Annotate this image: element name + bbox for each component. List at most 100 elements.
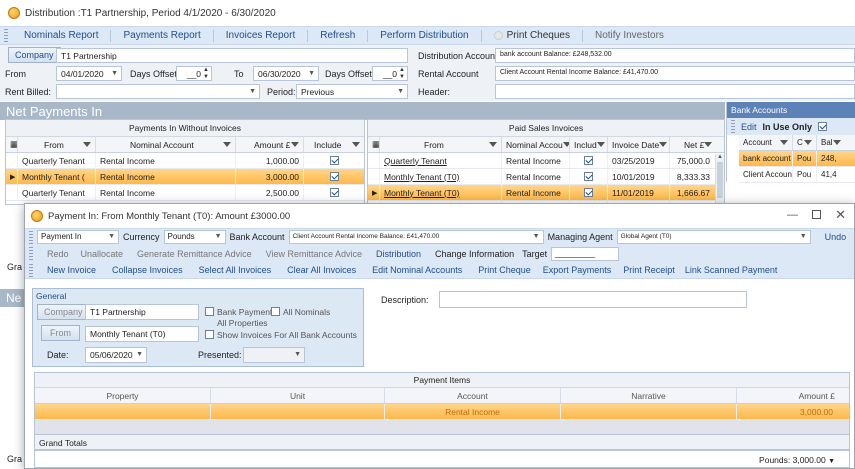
filter-icon[interactable] [704, 142, 713, 147]
filter-icon[interactable] [596, 142, 605, 147]
edit-button[interactable]: Edit [741, 122, 757, 132]
cell-from[interactable]: Monthly Tenant (T0) [380, 169, 502, 184]
col-property[interactable]: Property [35, 388, 211, 403]
new-invoice-button[interactable]: New Invoice [47, 265, 96, 275]
presented-field[interactable]: ▼ [243, 347, 305, 363]
unallocate-button[interactable]: Unallocate [81, 249, 124, 259]
include-checkbox[interactable] [329, 172, 339, 181]
col-amount[interactable]: Amount £ [737, 388, 839, 403]
filter-icon[interactable] [291, 142, 299, 147]
general-from-field[interactable]: Monthly Tenant (T0) [85, 326, 199, 342]
filter-icon[interactable] [780, 140, 788, 145]
col-include[interactable]: Include [304, 137, 364, 152]
col-from[interactable]: From [18, 137, 96, 152]
col-from[interactable]: From [380, 137, 502, 152]
from-button[interactable]: From [41, 325, 80, 341]
collapse-invoices-button[interactable]: Collapse Invoices [112, 265, 183, 275]
close-icon[interactable]: ✕ [835, 207, 846, 223]
include-checkbox[interactable] [584, 156, 593, 165]
link-scanned-payment-button[interactable]: Link Scanned Payment [685, 265, 778, 275]
cell-from[interactable]: Monthly Tenant (T0) [380, 185, 502, 200]
paid-sales-row[interactable]: Monthly Tenant (T0) Rental Income 10/01/20… [368, 169, 724, 185]
edit-nominal-accounts-button[interactable]: Edit Nominal Accounts [372, 265, 462, 275]
col-narrative[interactable]: Narrative [561, 388, 737, 403]
print-receipt-button[interactable]: Print Receipt [623, 265, 675, 275]
target-field[interactable]: _________ [551, 246, 620, 261]
maximize-icon[interactable] [812, 210, 821, 219]
filter-icon[interactable] [83, 142, 91, 147]
redo-button[interactable]: Redo [47, 249, 69, 259]
export-payments-button[interactable]: Export Payments [543, 265, 612, 275]
days-offset-to-field[interactable]: __0 ▲ ▼ [372, 66, 408, 81]
col-nominal[interactable]: Nominal Account [96, 137, 236, 152]
vertical-scrollbar[interactable]: ▲ [715, 154, 724, 204]
filter-icon[interactable] [352, 142, 360, 147]
perform-distribution-button[interactable]: Perform Distribution [368, 30, 480, 41]
scroll-up-icon[interactable]: ▲ [716, 154, 724, 160]
undo-button[interactable]: Undo [825, 232, 847, 242]
generate-remittance-button[interactable]: Generate Remittance Advice [137, 249, 252, 259]
refresh-button[interactable]: Refresh [308, 30, 367, 41]
general-company-field[interactable]: T1 Partnership [85, 304, 199, 320]
bank-payment-checkbox[interactable] [205, 307, 214, 316]
distribution-account-field[interactable]: bank account Balance: £248,532.00 [495, 48, 855, 63]
filter-icon[interactable] [223, 142, 231, 147]
col-currency[interactable]: C [793, 135, 817, 150]
bank-account-row[interactable]: Client Account Pou 41,4 [739, 167, 855, 183]
from-date-field[interactable]: 04/01/2020 ▼ [56, 66, 122, 81]
minimize-icon[interactable]: — [787, 209, 798, 221]
change-information-button[interactable]: Change Information [435, 249, 514, 259]
include-checkbox[interactable] [329, 188, 339, 197]
col-account[interactable]: Account [385, 388, 561, 403]
all-nominals-checkbox[interactable] [271, 307, 280, 316]
payment-type-select[interactable]: Payment In ▼ [37, 230, 119, 244]
description-field[interactable] [439, 291, 747, 308]
col-amount[interactable]: Amount £ [236, 137, 304, 152]
paid-sales-row[interactable]: ▶ Monthly Tenant (T0) Rental Income 11/01/2… [368, 185, 724, 201]
grid-options-icon[interactable]: ▦ [6, 137, 18, 152]
company-button[interactable]: Company [37, 304, 90, 320]
nominals-report-button[interactable]: Nominals Report [12, 30, 110, 41]
bank-account-select[interactable]: Client Account Rental Income Balance: £4… [288, 230, 544, 244]
filter-icon[interactable] [489, 142, 497, 147]
filter-icon[interactable] [832, 140, 841, 145]
clear-all-invoices-button[interactable]: Clear All Invoices [287, 265, 356, 275]
days-offset-from-field[interactable]: __0 ▲ ▼ [176, 66, 212, 81]
grid-options-icon[interactable]: ▦ [368, 137, 380, 152]
in-use-only-checkbox[interactable] [818, 122, 828, 131]
rental-account-field[interactable]: Client Account Rental Income Balance: £4… [495, 66, 855, 81]
payments-in-row[interactable]: Quarterly Tenant Rental Income 1,000.00 [6, 153, 364, 169]
select-all-invoices-button[interactable]: Select All Invoices [199, 265, 272, 275]
col-net[interactable]: Net £ [670, 137, 714, 152]
chevron-down-icon[interactable]: ▼ [828, 458, 835, 465]
period-field[interactable]: Previous ▼ [296, 84, 408, 99]
col-nominal[interactable]: Nominal Accou [502, 137, 570, 152]
filter-icon[interactable] [804, 140, 812, 145]
paid-sales-row[interactable]: Quarterly Tenant Rental Income 03/25/2019 7… [368, 153, 724, 169]
notify-investors-button[interactable]: Notify Investors [583, 30, 676, 41]
date-field[interactable]: 05/06/2020 ▼ [85, 347, 147, 363]
currency-select[interactable]: Pounds ▼ [163, 230, 226, 244]
col-account[interactable]: Account [739, 135, 793, 150]
header-field[interactable] [495, 84, 855, 99]
to-date-field[interactable]: 06/30/2020 ▼ [253, 66, 319, 81]
print-cheque-button[interactable]: Print Cheque [478, 265, 531, 275]
include-checkbox[interactable] [584, 188, 593, 197]
include-checkbox[interactable] [584, 172, 593, 181]
payments-in-row[interactable]: Quarterly Tenant Rental Income 2,500.00 [6, 185, 364, 201]
col-include[interactable]: Includ [570, 137, 608, 152]
col-balance[interactable]: Bal [817, 135, 843, 150]
col-unit[interactable]: Unit [211, 388, 385, 403]
rent-billed-field[interactable]: ▼ [56, 84, 260, 99]
company-button[interactable]: Company [8, 47, 61, 63]
print-cheques-button[interactable]: Print Cheques [482, 30, 582, 41]
cell-from[interactable]: Quarterly Tenant [380, 153, 502, 168]
company-field[interactable]: T1 Partnership [56, 48, 408, 63]
managing-agent-select[interactable]: Global Agent (T0) ▼ [616, 230, 811, 244]
include-checkbox[interactable] [329, 156, 339, 165]
payment-item-row[interactable]: Rental Income 3,000.00 [35, 404, 849, 420]
col-invoice-date[interactable]: Invoice Date [608, 137, 670, 152]
distribution-button[interactable]: Distribution [376, 249, 421, 259]
view-remittance-button[interactable]: View Remittance Advice [266, 249, 362, 259]
payments-in-row[interactable]: ▶ Monthly Tenant (Rental Income 3,000.00 [6, 169, 364, 185]
